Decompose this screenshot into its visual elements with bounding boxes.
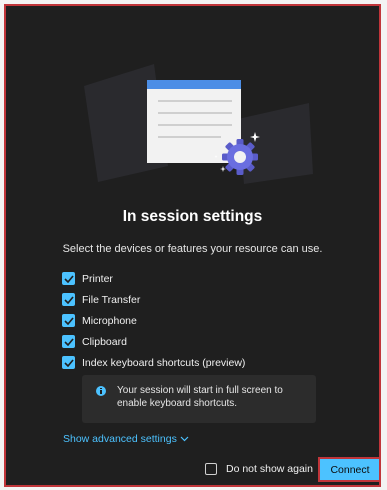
option-microphone[interactable]: Microphone <box>62 310 245 331</box>
option-label: File Transfer <box>82 293 141 306</box>
show-advanced-settings-link[interactable]: Show advanced settings <box>63 433 189 445</box>
chevron-down-icon <box>180 436 189 442</box>
checkmark-icon <box>63 274 74 283</box>
option-label: Clipboard <box>82 335 127 348</box>
checkmark-icon <box>63 316 74 325</box>
device-options-list: Printer File Transfer Microphone Clipboa… <box>62 268 245 373</box>
do-not-show-again-checkbox[interactable] <box>205 463 217 475</box>
option-label: Printer <box>82 272 113 285</box>
option-file-transfer[interactable]: File Transfer <box>62 289 245 310</box>
microphone-checkbox[interactable] <box>62 314 75 327</box>
connect-button[interactable]: Connect <box>318 457 379 482</box>
checkmark-icon <box>63 358 74 367</box>
fullscreen-info-box: Your session will start in full screen t… <box>82 375 316 423</box>
checkmark-icon <box>63 295 74 304</box>
info-message: Your session will start in full screen t… <box>117 385 283 409</box>
option-label: Index keyboard shortcuts (preview) <box>82 356 246 369</box>
do-not-show-again-label: Do not show again <box>226 463 313 475</box>
option-clipboard[interactable]: Clipboard <box>62 331 245 352</box>
illustration-window <box>147 80 241 163</box>
do-not-show-again[interactable]: Do not show again <box>205 463 313 475</box>
settings-illustration <box>84 64 313 184</box>
file-transfer-checkbox[interactable] <box>62 293 75 306</box>
checkmark-icon <box>63 337 74 346</box>
index-keyboard-shortcuts-checkbox[interactable] <box>62 356 75 369</box>
dialog-title: In session settings <box>122 208 263 225</box>
clipboard-checkbox[interactable] <box>62 335 75 348</box>
gear-icon <box>222 139 258 175</box>
option-label: Microphone <box>82 314 137 327</box>
session-settings-dialog: In session settings Select the devices o… <box>4 4 381 487</box>
printer-checkbox[interactable] <box>62 272 75 285</box>
option-index-keyboard-shortcuts[interactable]: Index keyboard shortcuts (preview) <box>62 352 245 373</box>
info-icon <box>96 386 106 396</box>
dialog-subtitle: Select the devices or features your reso… <box>62 243 323 255</box>
illustration-window-titlebar <box>147 80 241 89</box>
option-printer[interactable]: Printer <box>62 268 245 289</box>
